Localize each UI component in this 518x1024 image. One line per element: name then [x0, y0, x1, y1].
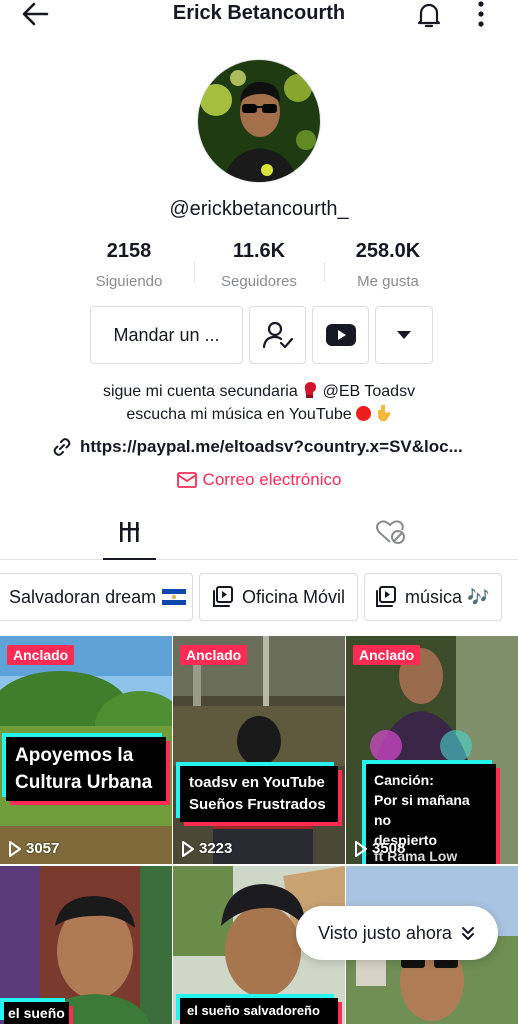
- user-check-icon: [262, 321, 293, 349]
- suggested-accounts-dropdown[interactable]: [375, 306, 433, 364]
- tab-videos[interactable]: [103, 510, 156, 560]
- top-bar: Erick Betancourth: [0, 0, 518, 30]
- playlist-salvadoran-dream[interactable]: Salvadoran dream: [0, 573, 193, 621]
- video-caption: Apoyemos la Cultura Urbana: [6, 737, 166, 801]
- following-status-button[interactable]: [249, 306, 306, 364]
- youtube-button[interactable]: [312, 306, 369, 364]
- stat-divider: [194, 262, 195, 282]
- red-circle-icon: [356, 406, 372, 421]
- notification-bell-button[interactable]: [414, 0, 444, 30]
- pinned-badge: Anclado: [180, 645, 248, 665]
- bell-icon: [417, 3, 441, 28]
- toast-label: Visto justo ahora: [318, 922, 452, 943]
- stat-followers[interactable]: 11.6K Seguidores: [199, 240, 319, 290]
- following-count: 2158: [106, 240, 152, 262]
- tab-liked-private[interactable]: [364, 510, 417, 560]
- video-caption: el sueño: [4, 1002, 69, 1024]
- video-thumbnail-2[interactable]: Anclado toadsv en YouTube Sueños Frustra…: [173, 636, 345, 864]
- email-label: Correo electrónico: [202, 470, 342, 489]
- mail-icon: [176, 472, 197, 488]
- caret-down-icon: [397, 331, 411, 339]
- more-options-button[interactable]: [470, 0, 492, 30]
- grid-icon: [120, 522, 139, 542]
- viewed-just-now-toast[interactable]: Visto justo ahora: [296, 906, 498, 960]
- playlist-icon: [213, 586, 233, 607]
- profile-avatar[interactable]: [197, 59, 321, 183]
- playlist-label: música 🎶: [405, 586, 490, 607]
- view-count: 3057: [8, 840, 59, 857]
- video-thumbnail-4[interactable]: el sueño: [0, 866, 172, 1024]
- playlist-label: Oficina Móvil: [242, 586, 346, 607]
- el-salvador-flag-icon: [162, 589, 187, 605]
- more-vertical-icon: [478, 1, 484, 27]
- liked-hidden-icon: [376, 520, 405, 544]
- double-chevron-down-icon: [461, 927, 474, 940]
- bio-link[interactable]: https://paypal.me/eltoadsv?country.x=SV&…: [52, 437, 472, 457]
- playlist-musica[interactable]: música 🎶: [364, 573, 502, 621]
- video-thumbnail-3[interactable]: Anclado Canción: Por si mañana no despie…: [346, 636, 518, 864]
- bio-line-2: escucha mi música en YouTube: [0, 404, 518, 424]
- playlist-icon: [376, 586, 396, 607]
- playlist-label: Salvadoran dream: [9, 586, 157, 607]
- play-icon: [182, 840, 194, 857]
- play-icon: [355, 840, 367, 857]
- view-count: 3508: [354, 840, 405, 857]
- video-thumbnail-1[interactable]: Anclado Apoyemos la Cultura Urbana 3057: [0, 636, 172, 864]
- send-message-button[interactable]: Mandar un ...: [90, 306, 243, 364]
- likes-label: Me gusta: [357, 273, 419, 290]
- bio-line-1: sigue mi cuenta secundaria @EB Toadsv: [102, 382, 416, 400]
- play-icon: [9, 840, 21, 857]
- link-icon: [53, 438, 71, 456]
- youtube-icon: [325, 324, 356, 346]
- profile-username: @erickbetancourth_: [169, 198, 349, 220]
- stat-following[interactable]: 2158 Siguiendo: [69, 240, 189, 290]
- playlist-oficina-movil[interactable]: Oficina Móvil: [199, 573, 358, 621]
- view-count: 3223: [181, 840, 232, 857]
- pinned-badge: Anclado: [353, 645, 421, 665]
- pointing-down-icon: [377, 405, 390, 421]
- following-label: Siguiendo: [95, 273, 163, 290]
- stat-divider: [324, 262, 325, 282]
- video-caption: el sueño salvadoreño: [180, 998, 338, 1024]
- stat-likes[interactable]: 258.0K Me gusta: [328, 240, 448, 290]
- likes-count: 258.0K: [355, 240, 421, 262]
- email-link[interactable]: Correo electrónico: [0, 470, 518, 490]
- followers-label: Seguidores: [221, 273, 297, 290]
- bio-link-text: https://paypal.me/eltoadsv?country.x=SV&…: [80, 437, 463, 456]
- video-caption: toadsv en YouTube Sueños Frustrados: [180, 766, 338, 822]
- boxing-glove-icon: [305, 382, 317, 398]
- profile-tabs: [0, 510, 518, 560]
- followers-count: 11.6K: [232, 240, 286, 262]
- pinned-badge: Anclado: [7, 645, 75, 665]
